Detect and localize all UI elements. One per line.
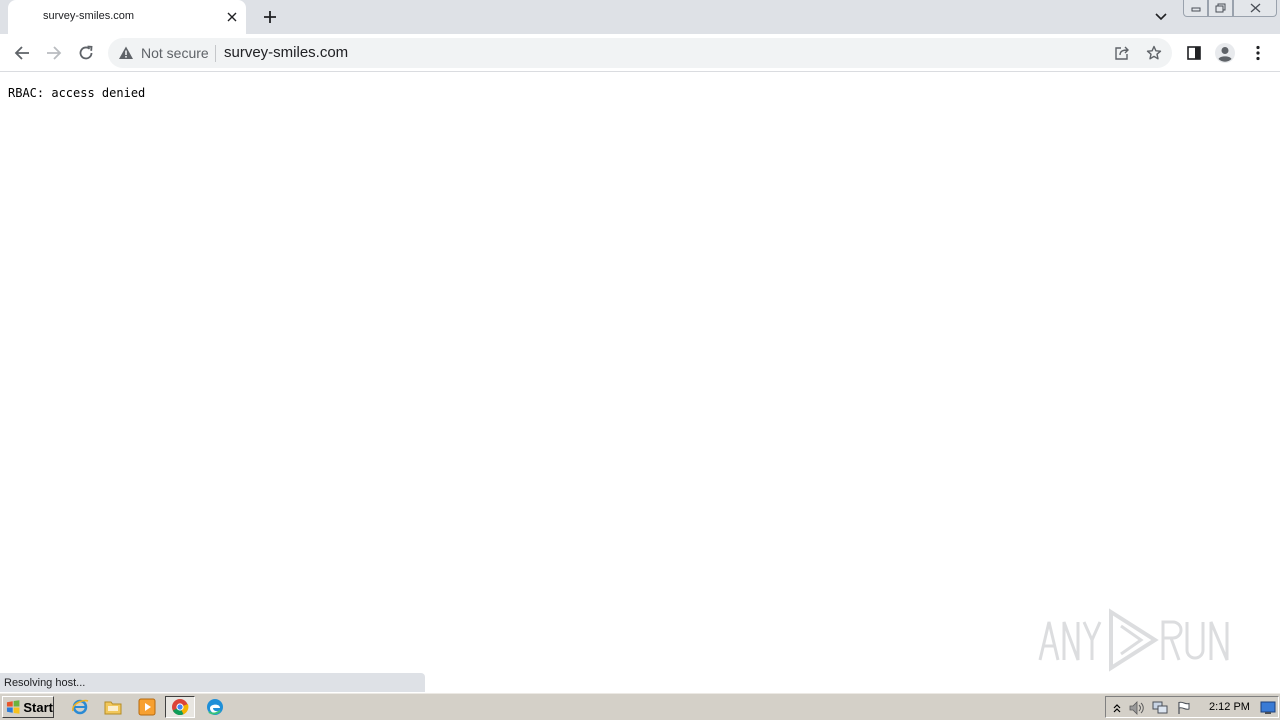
security-status[interactable]: Not secure	[141, 45, 209, 61]
flag-icon	[1178, 701, 1190, 714]
media-player-icon	[138, 698, 156, 716]
taskbar-explorer[interactable]	[102, 697, 124, 717]
tray-action-center[interactable]	[1176, 700, 1192, 716]
chevron-down-icon	[1155, 13, 1167, 21]
share-icon	[1115, 46, 1129, 60]
edge-icon	[207, 699, 223, 715]
browser-toolbar: Not secure survey-smiles.com	[0, 34, 1280, 72]
taskbar-ie[interactable]	[69, 697, 91, 717]
tray-volume[interactable]	[1129, 700, 1145, 716]
window-controls	[1183, 0, 1277, 18]
back-arrow-icon	[14, 46, 29, 60]
system-tray: 2:12 PM	[1105, 696, 1279, 718]
star-icon	[1146, 45, 1162, 60]
back-button[interactable]	[10, 41, 34, 65]
tab-title: survey-smiles.com	[43, 10, 135, 22]
windows-logo-icon	[6, 700, 20, 714]
taskbar-edge[interactable]	[204, 697, 226, 717]
omnibox-separator	[215, 45, 216, 62]
forward-arrow-icon	[47, 46, 62, 60]
show-desktop-button[interactable]	[1260, 700, 1276, 716]
url-text[interactable]: survey-smiles.com	[224, 44, 348, 61]
browser-tab[interactable]: survey-smiles.com	[8, 0, 246, 34]
reload-button[interactable]	[74, 41, 98, 65]
bookmark-button[interactable]	[1145, 44, 1163, 62]
restore-icon	[1215, 3, 1226, 13]
close-icon	[1250, 3, 1260, 13]
speaker-icon	[1129, 701, 1144, 715]
page-message: RBAC: access denied	[8, 86, 146, 100]
page-content: RBAC: access denied Resolving host...	[0, 72, 1280, 692]
side-panel-icon	[1187, 46, 1201, 60]
forward-button[interactable]	[42, 41, 66, 65]
taskbar: Start 2:12 PM	[0, 692, 1280, 720]
tab-close-button[interactable]	[223, 8, 241, 26]
window-close-button[interactable]	[1233, 0, 1277, 17]
plus-icon	[264, 11, 276, 23]
more-vert-icon	[1256, 45, 1260, 61]
warning-icon[interactable]	[118, 45, 134, 61]
taskbar-chrome[interactable]	[165, 696, 195, 718]
start-label: Start	[23, 699, 53, 715]
folder-icon	[104, 701, 122, 715]
tab-strip: survey-smiles.com	[0, 0, 1280, 34]
clock[interactable]: 2:12 PM	[1209, 701, 1250, 713]
anyrun-watermark	[1038, 608, 1229, 672]
tray-expand-button[interactable]	[1109, 700, 1125, 716]
chrome-icon	[172, 699, 189, 715]
side-panel-button[interactable]	[1183, 42, 1205, 64]
menu-button[interactable]	[1247, 42, 1269, 64]
restore-button[interactable]	[1208, 0, 1233, 17]
minimize-icon	[1191, 7, 1200, 12]
close-icon	[227, 12, 237, 22]
new-tab-button[interactable]	[259, 6, 281, 28]
tray-network[interactable]	[1152, 700, 1168, 716]
minimize-button[interactable]	[1183, 0, 1208, 17]
taskbar-media-player[interactable]	[136, 697, 158, 717]
status-bubble: Resolving host...	[0, 673, 425, 692]
internet-explorer-icon	[72, 699, 89, 715]
address-bar[interactable]: Not secure survey-smiles.com	[108, 38, 1172, 68]
tab-search-button[interactable]	[1151, 7, 1171, 27]
reload-icon	[79, 45, 93, 60]
profile-icon	[1215, 43, 1235, 63]
start-button[interactable]: Start	[2, 696, 54, 718]
chevron-up-icon	[1113, 704, 1121, 713]
profile-button[interactable]	[1214, 42, 1236, 64]
share-button[interactable]	[1113, 44, 1131, 62]
network-icon	[1152, 701, 1168, 714]
desktop-icon	[1260, 701, 1276, 714]
